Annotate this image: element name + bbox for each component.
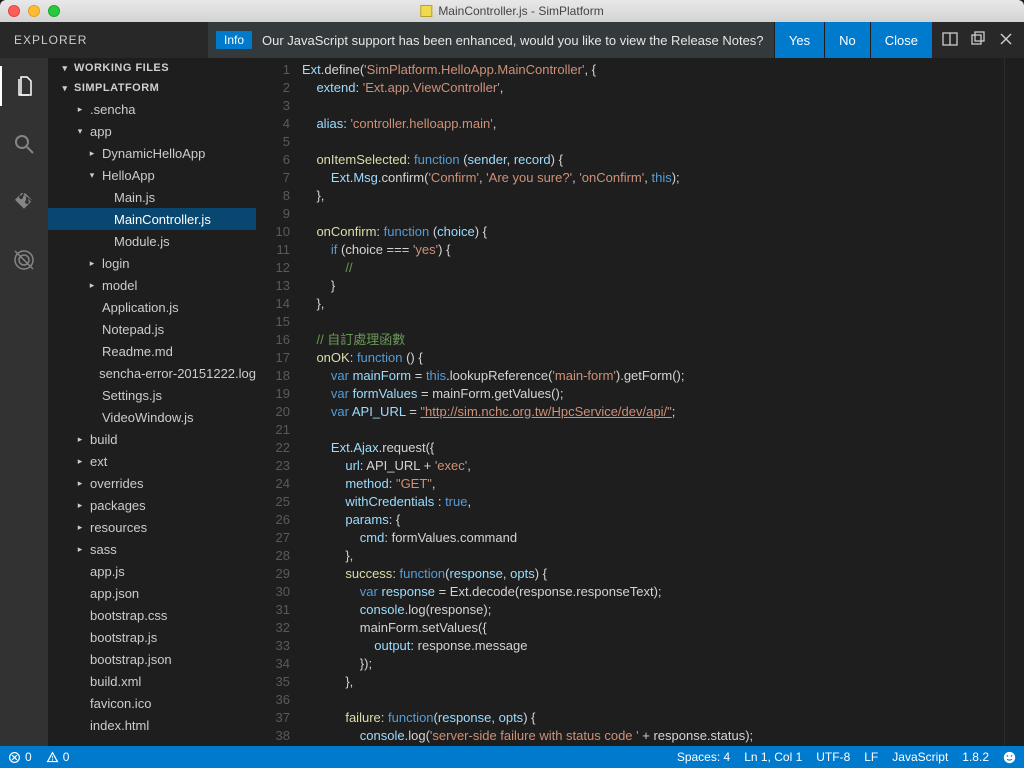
status-eol[interactable]: LF (864, 750, 878, 764)
tree-item-label: overrides (90, 476, 143, 491)
tree-item[interactable]: ▸packages (48, 494, 256, 516)
tree-item-label: model (102, 278, 137, 293)
activity-explorer[interactable] (0, 66, 48, 106)
tree-item-label: .sencha (90, 102, 136, 117)
tree-item[interactable]: ▸.sencha (48, 98, 256, 120)
tree-item[interactable]: index.html (48, 714, 256, 736)
tree-item[interactable]: ▸sass (48, 538, 256, 560)
tree-item[interactable]: ▸overrides (48, 472, 256, 494)
tree-item-label: index.html (90, 718, 149, 733)
gutter: 1234567891011121314151617181920212223242… (256, 58, 302, 746)
tree-item-label: app.json (90, 586, 139, 601)
tree-item[interactable]: Main.js (48, 186, 256, 208)
titlebar-close-icon[interactable] (998, 31, 1014, 50)
close-window-button[interactable] (8, 5, 20, 17)
activity-bar (0, 58, 48, 746)
tree-item-label: DynamicHelloApp (102, 146, 205, 161)
info-badge: Info (216, 31, 252, 49)
tree-item-label: favicon.ico (90, 696, 151, 711)
tree-item[interactable]: ▸model (48, 274, 256, 296)
tree-item[interactable]: Module.js (48, 230, 256, 252)
status-cursor[interactable]: Ln 1, Col 1 (744, 750, 802, 764)
tree-item[interactable]: MainController.js (48, 208, 256, 230)
section-working-files[interactable]: ▾WORKING FILES (48, 58, 256, 78)
status-version[interactable]: 1.8.2 (962, 750, 989, 764)
tree-item[interactable]: app.js (48, 560, 256, 582)
tree-item[interactable]: Readme.md (48, 340, 256, 362)
notification-bar: Info Our JavaScript support has been enh… (208, 22, 774, 58)
window-title: MainController.js - SimPlatform (438, 4, 603, 18)
tree-item-label: build.xml (90, 674, 141, 689)
tree-item-label: Notepad.js (102, 322, 164, 337)
tree-item-label: login (102, 256, 129, 271)
notification-yes-button[interactable]: Yes (774, 22, 824, 58)
tree-item[interactable]: Settings.js (48, 384, 256, 406)
tree-item-label: VideoWindow.js (102, 410, 194, 425)
sidebar: ▾WORKING FILES ▾SIMPLATFORM ▸.sencha▾app… (48, 58, 256, 746)
code-area[interactable]: Ext.define('SimPlatform.HelloApp.MainCon… (302, 58, 1004, 746)
tree-item-label: resources (90, 520, 147, 535)
tree-item[interactable]: Application.js (48, 296, 256, 318)
minimize-window-button[interactable] (28, 5, 40, 17)
tree-item-label: HelloApp (102, 168, 155, 183)
tree-item-label: packages (90, 498, 146, 513)
tree-item[interactable]: ▾HelloApp (48, 164, 256, 186)
tree-item[interactable]: bootstrap.js (48, 626, 256, 648)
activity-git[interactable] (0, 182, 48, 222)
open-external-icon[interactable] (970, 31, 986, 50)
status-encoding[interactable]: UTF-8 (816, 750, 850, 764)
status-errors[interactable]: 0 (8, 750, 32, 764)
activity-search[interactable] (0, 124, 48, 164)
tree-item[interactable]: ▾app (48, 120, 256, 142)
split-editor-icon[interactable] (942, 31, 958, 50)
status-warnings[interactable]: 0 (46, 750, 70, 764)
tree-item-label: app (90, 124, 112, 139)
tree-item[interactable]: bootstrap.json (48, 648, 256, 670)
tree-item-label: Module.js (114, 234, 170, 249)
tree-item[interactable]: bootstrap.css (48, 604, 256, 626)
tree-item[interactable]: favicon.ico (48, 692, 256, 714)
tree-item-label: Settings.js (102, 388, 162, 403)
tree-item[interactable]: ▸login (48, 252, 256, 274)
tree-item[interactable]: app.json (48, 582, 256, 604)
tree-item-label: app.js (90, 564, 125, 579)
tree-item-label: sass (90, 542, 117, 557)
tree-item-label: bootstrap.css (90, 608, 167, 623)
explorer-header: EXPLORER (0, 22, 208, 58)
minimap[interactable] (1004, 58, 1024, 746)
tree-item[interactable]: build.xml (48, 670, 256, 692)
tree-item-label: bootstrap.js (90, 630, 157, 645)
tree-item-label: sencha-error-20151222.log (99, 366, 256, 381)
zoom-window-button[interactable] (48, 5, 60, 17)
status-language[interactable]: JavaScript (892, 750, 948, 764)
tree-item[interactable]: sencha-error-20151222.log (48, 362, 256, 384)
file-js-icon (420, 5, 432, 17)
notification-no-button[interactable]: No (824, 22, 870, 58)
titlebar: MainController.js - SimPlatform (0, 0, 1024, 22)
tree-item[interactable]: VideoWindow.js (48, 406, 256, 428)
tree-item-label: bootstrap.json (90, 652, 172, 667)
notification-text: Our JavaScript support has been enhanced… (262, 33, 764, 48)
tree-item[interactable]: ▸resources (48, 516, 256, 538)
notification-close-button[interactable]: Close (870, 22, 932, 58)
tree-item[interactable]: ▸build (48, 428, 256, 450)
tree-item-label: MainController.js (114, 212, 211, 227)
tree-item[interactable]: Notepad.js (48, 318, 256, 340)
status-spaces[interactable]: Spaces: 4 (677, 750, 730, 764)
topbar: EXPLORER Info Our JavaScript support has… (0, 22, 1024, 58)
status-feedback-icon[interactable] (1003, 751, 1016, 764)
tree-item-label: Readme.md (102, 344, 173, 359)
tree-item-label: Main.js (114, 190, 155, 205)
status-bar: 0 0 Spaces: 4 Ln 1, Col 1 UTF-8 LF JavaS… (0, 746, 1024, 768)
tree-item-label: ext (90, 454, 107, 469)
activity-debug[interactable] (0, 240, 48, 280)
tree-item[interactable]: ▸DynamicHelloApp (48, 142, 256, 164)
tree-item-label: build (90, 432, 117, 447)
editor[interactable]: 1234567891011121314151617181920212223242… (256, 58, 1024, 746)
tree-item-label: Application.js (102, 300, 179, 315)
section-project[interactable]: ▾SIMPLATFORM (48, 78, 256, 98)
tree-item[interactable]: ▸ext (48, 450, 256, 472)
